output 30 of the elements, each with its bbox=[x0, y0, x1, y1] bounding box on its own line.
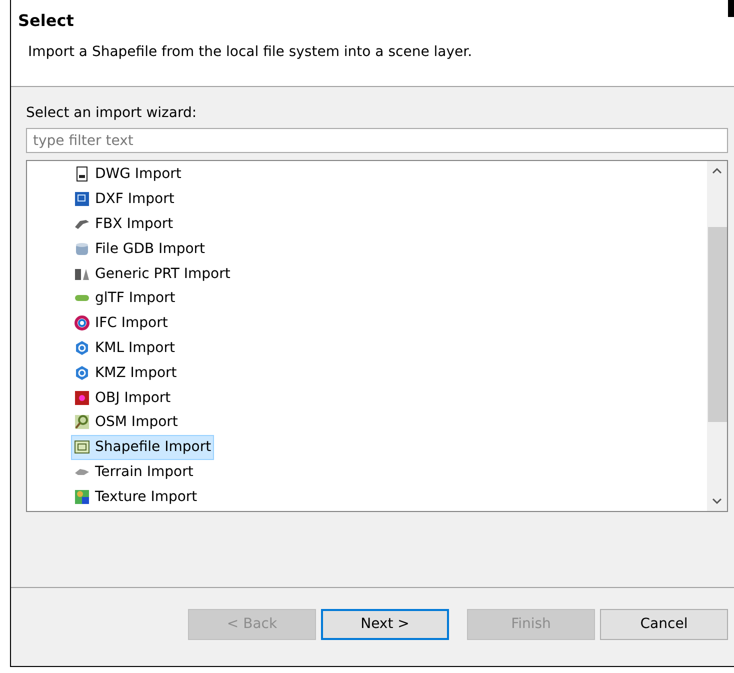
filter-field[interactable]: type filter text bbox=[26, 128, 728, 153]
page-description: Import a Shapefile from the local file system into a scene layer. bbox=[28, 44, 474, 60]
wizard-item[interactable]: Generic PRT Import bbox=[71, 261, 234, 286]
wizard-item[interactable]: Terrain Import bbox=[71, 460, 196, 484]
scroll-thumb[interactable] bbox=[708, 227, 727, 422]
magnifier-icon bbox=[74, 414, 90, 430]
texture-icon bbox=[74, 488, 90, 505]
wizard-item[interactable]: Texture Import bbox=[71, 484, 200, 510]
wizard-item[interactable]: DXF Import bbox=[71, 186, 178, 212]
wizard-item[interactable]: IFC Import bbox=[71, 310, 171, 336]
wizard-item[interactable]: OSM Import bbox=[71, 410, 181, 435]
wizard-item[interactable]: OBJ Import bbox=[71, 385, 174, 410]
wizard-item[interactable]: FBX Import bbox=[71, 212, 176, 236]
ring-icon bbox=[74, 315, 90, 332]
wizard-button[interactable]: Next > bbox=[321, 608, 449, 640]
blueprint-icon bbox=[74, 191, 90, 208]
database-icon bbox=[74, 240, 90, 257]
tile-icon bbox=[74, 390, 90, 406]
document-icon bbox=[74, 166, 90, 182]
page-title: Select bbox=[18, 11, 75, 30]
wizard-button[interactable]: Cancel bbox=[600, 608, 728, 640]
wizard-item[interactable]: DWG Import bbox=[71, 162, 184, 187]
wizard-item[interactable]: Shapefile Import bbox=[71, 434, 214, 460]
wizard-item[interactable]: File GDB Import bbox=[71, 236, 208, 262]
wizard-item[interactable]: KML Import bbox=[71, 336, 178, 360]
window-edge bbox=[728, 0, 734, 17]
wizard-item[interactable]: glTF Import bbox=[71, 286, 178, 311]
wizard-label: Select an import wizard: bbox=[26, 105, 198, 121]
wizard-item[interactable]: KMZ Import bbox=[71, 360, 180, 386]
scrollbar[interactable] bbox=[707, 161, 727, 511]
